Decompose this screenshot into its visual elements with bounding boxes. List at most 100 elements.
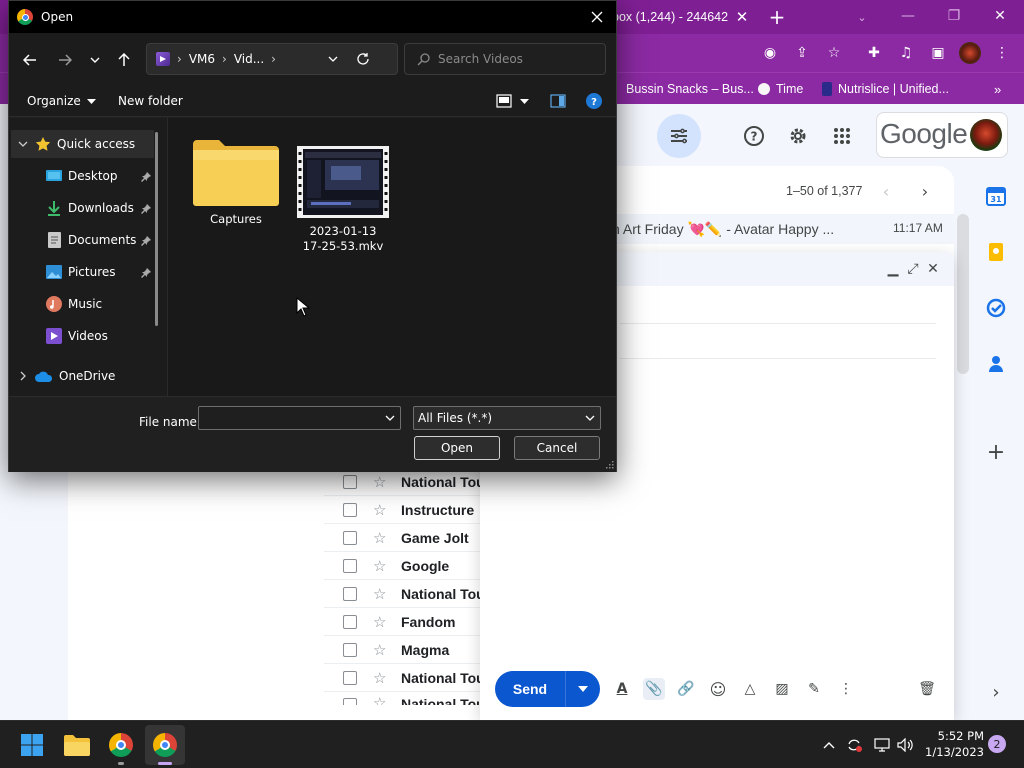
view-options-button[interactable]	[496, 91, 529, 111]
close-icon[interactable]	[584, 6, 610, 28]
expand-icon[interactable]: ⤢	[904, 260, 922, 278]
help-icon[interactable]: ?	[738, 120, 770, 152]
chrome-profile-app-icon[interactable]	[145, 725, 185, 765]
up-arrow-icon[interactable]	[111, 49, 137, 71]
forward-arrow-icon[interactable]	[52, 49, 78, 71]
send-options-button[interactable]	[565, 671, 600, 707]
mail-row[interactable]: ☆ National Tou	[324, 579, 484, 607]
minimize-button[interactable]: —	[888, 4, 928, 28]
nav-desktop[interactable]: Desktop	[46, 162, 118, 190]
checkbox[interactable]	[343, 698, 357, 705]
close-icon[interactable]: ✕	[732, 7, 752, 27]
pin-icon[interactable]	[140, 171, 152, 183]
star-icon[interactable]: ☆	[373, 585, 389, 603]
search-videos-box[interactable]	[404, 43, 606, 75]
start-windows-icon[interactable]	[12, 725, 52, 765]
send-button[interactable]: Send	[495, 671, 565, 707]
nav-quick-access[interactable]: Quick access	[17, 130, 135, 158]
checkbox[interactable]	[343, 642, 357, 657]
chevron-left-icon[interactable]: ‹	[876, 182, 896, 201]
minimize-icon[interactable]: ▁	[884, 260, 902, 278]
nav-music[interactable]: Music	[46, 290, 102, 318]
apps-grid-icon[interactable]	[826, 120, 858, 152]
chevron-right-icon[interactable]: ›	[915, 182, 935, 201]
menu-dots-icon[interactable]: ⋮	[991, 42, 1013, 64]
nav-pictures[interactable]: Pictures	[46, 258, 116, 286]
resize-grip-icon[interactable]	[606, 461, 614, 469]
add-addon-icon[interactable]: +	[984, 440, 1008, 465]
scrollbar-thumb[interactable]	[957, 214, 969, 374]
tasks-icon[interactable]	[984, 296, 1008, 320]
star-icon[interactable]: ☆	[373, 529, 389, 547]
new-folder-button[interactable]: New folder	[118, 91, 183, 111]
expand-chevron-icon[interactable]	[17, 136, 29, 152]
cancel-button[interactable]: Cancel	[514, 436, 600, 460]
close-window-button[interactable]: ✕	[980, 4, 1020, 28]
close-icon[interactable]: ✕	[924, 260, 942, 278]
side-panel-icon[interactable]: ▣	[927, 42, 949, 64]
address-bar[interactable]: › VM6 › Vid... ›	[146, 43, 398, 75]
breadcrumb-vm6[interactable]: VM6	[189, 52, 215, 66]
star-icon[interactable]: ☆	[373, 613, 389, 631]
file-name-input[interactable]	[203, 410, 379, 426]
checkbox[interactable]	[343, 558, 357, 573]
media-control-icon[interactable]: ♫	[895, 42, 917, 64]
network-icon[interactable]	[872, 735, 892, 755]
text-format-icon[interactable]: A	[611, 678, 633, 700]
clock-time[interactable]: 5:52 PM	[924, 729, 984, 743]
signature-pen-icon[interactable]: ✎	[803, 678, 825, 700]
checkbox[interactable]	[343, 474, 357, 489]
chevron-down-icon[interactable]	[385, 415, 395, 421]
drive-icon[interactable]: △	[739, 678, 761, 700]
mail-row[interactable]: ☆ Magma	[324, 635, 484, 663]
notification-badge[interactable]: 2	[988, 735, 1006, 753]
checkbox[interactable]	[343, 670, 357, 685]
chrome-tab-gmail[interactable]: box (1,244) - 244642 ✕	[612, 0, 758, 34]
clock-date[interactable]: 1/13/2023	[924, 745, 984, 759]
mail-row[interactable]: ☆ National Tou	[324, 691, 484, 705]
chevron-down-icon[interactable]: ⌄	[852, 8, 872, 26]
bookmark-nutrislice[interactable]: Nutrislice | Unified...	[822, 79, 949, 99]
navigation-scrollbar[interactable]	[155, 132, 158, 326]
nav-downloads[interactable]: Downloads	[46, 194, 134, 222]
settings-gear-icon[interactable]	[782, 120, 814, 152]
pin-icon[interactable]	[140, 267, 152, 279]
extensions-icon[interactable]: ✚	[863, 42, 885, 64]
emoji-icon[interactable]: ☺	[707, 678, 729, 700]
mail-row[interactable]: ☆ Fandom	[324, 607, 484, 635]
account-avatar[interactable]	[970, 119, 1002, 151]
breadcrumb-videos[interactable]: Vid...	[234, 52, 264, 66]
keep-icon[interactable]	[984, 240, 1008, 264]
search-options-icon[interactable]	[657, 114, 701, 158]
link-icon[interactable]: 🔗	[675, 678, 697, 700]
search-input[interactable]	[438, 52, 598, 66]
star-icon[interactable]: ☆	[373, 641, 389, 659]
mail-row[interactable]: ☆ Game Jolt	[324, 523, 484, 551]
back-arrow-icon[interactable]	[17, 49, 43, 71]
show-hidden-icons-chevron[interactable]	[819, 735, 839, 755]
preview-pane-icon[interactable]	[550, 91, 566, 111]
contacts-icon[interactable]	[984, 352, 1008, 376]
mail-row[interactable]: ☆ Instructure	[324, 495, 484, 523]
recent-locations-chevron-icon[interactable]	[82, 49, 108, 71]
eye-icon[interactable]: ◉	[759, 42, 781, 64]
organize-menu-button[interactable]: Organize	[27, 91, 96, 111]
file-item-video[interactable]: 2023-01-13 17-25-53.mkv	[294, 146, 392, 254]
insert-photo-icon[interactable]: ▨	[771, 678, 793, 700]
expand-chevron-icon[interactable]	[17, 368, 29, 384]
star-icon[interactable]: ☆	[373, 473, 389, 491]
calendar-icon[interactable]: 31	[984, 184, 1008, 208]
file-name-combobox[interactable]	[198, 406, 401, 430]
star-icon[interactable]: ☆	[373, 669, 389, 687]
new-tab-button[interactable]: +	[764, 5, 790, 29]
more-bookmarks-button[interactable]: »	[994, 79, 1001, 99]
more-options-icon[interactable]: ⋮	[835, 678, 857, 700]
profile-avatar[interactable]	[959, 42, 981, 64]
open-button[interactable]: Open	[414, 436, 500, 460]
bookmark-star-icon[interactable]: ☆	[823, 42, 845, 64]
chevron-right-icon[interactable]: ›	[984, 680, 1008, 704]
attach-icon[interactable]: 📎	[643, 678, 665, 700]
sync-icon[interactable]	[844, 735, 864, 755]
checkbox[interactable]	[343, 502, 357, 517]
nav-onedrive[interactable]: OneDrive	[17, 362, 115, 390]
